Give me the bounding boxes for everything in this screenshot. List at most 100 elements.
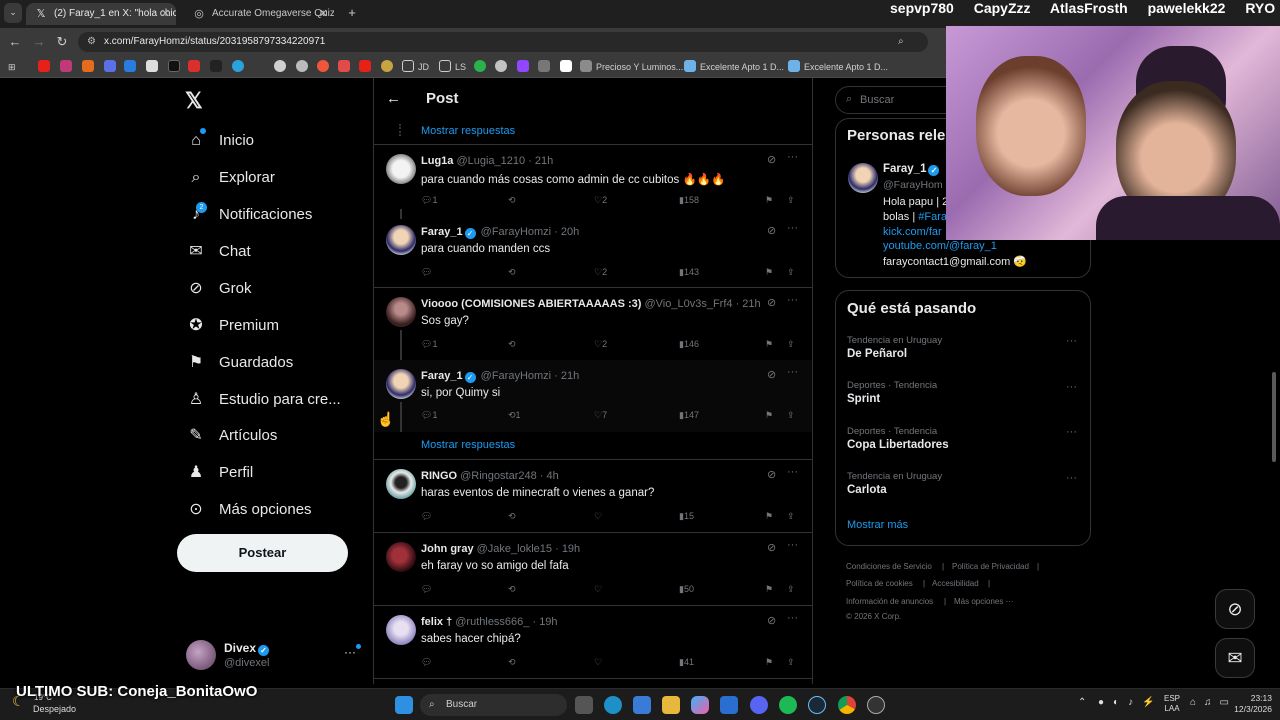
sidebar-item-grok[interactable]: ⊘ Grok bbox=[186, 276, 251, 302]
like-icon[interactable]: ♡ 2 bbox=[594, 339, 607, 350]
x-logo-icon[interactable]: 𝕏 bbox=[185, 88, 203, 114]
show-replies-link[interactable]: Mostrar respuestas bbox=[421, 125, 515, 137]
browser-tab-active[interactable]: 𝕏 (2) Faray_1 en X: "hola chicos s ✕ bbox=[26, 3, 176, 25]
bookmark-icon-mail[interactable] bbox=[538, 60, 554, 74]
views-icon[interactable]: ▮ 50 bbox=[679, 584, 694, 595]
bookmark-icon-red[interactable] bbox=[188, 60, 204, 74]
bookmark-link[interactable]: Excelente Apto 1 D... bbox=[788, 60, 888, 74]
reply-icon[interactable]: 💬︎ 1 bbox=[421, 195, 437, 206]
trend-name[interactable]: Carlota bbox=[847, 484, 887, 496]
trend-name[interactable]: Sprint bbox=[847, 393, 880, 405]
bookmark-icon-green[interactable] bbox=[474, 60, 490, 74]
more-icon[interactable]: ··· bbox=[787, 612, 798, 624]
windows-start-icon[interactable] bbox=[395, 696, 413, 714]
reply-tweet[interactable]: Faray_1 ✓ @FarayHomzi · 20h para cuando m… bbox=[374, 209, 812, 287]
grok-icon[interactable]: ⊘ bbox=[767, 614, 776, 627]
edge-icon[interactable] bbox=[604, 696, 622, 714]
sidebar-item-guardados[interactable]: ⚑ Guardados bbox=[186, 350, 293, 376]
input-language[interactable]: ESP LAA bbox=[1164, 694, 1180, 714]
like-icon[interactable]: ♡ 2 bbox=[594, 195, 607, 206]
obs-icon[interactable] bbox=[867, 696, 885, 714]
retweet-icon[interactable]: ⟲ bbox=[508, 267, 516, 278]
mail-app-icon[interactable] bbox=[720, 696, 738, 714]
reply-tweet[interactable]: Lug1a @Lugia_1210 · 21h para cuando más … bbox=[374, 145, 812, 215]
site-info-icon[interactable]: ⚙ bbox=[87, 32, 96, 52]
bookmark-icon[interactable]: ⚑ bbox=[765, 511, 773, 522]
back-icon[interactable]: ← bbox=[6, 33, 24, 51]
chrome-icon[interactable] bbox=[838, 696, 856, 714]
bookmark-icon-gold[interactable] bbox=[381, 60, 397, 74]
copilot-icon[interactable] bbox=[691, 696, 709, 714]
trend-more-icon[interactable]: ··· bbox=[1066, 335, 1077, 347]
retweet-icon[interactable]: ⟲ bbox=[508, 339, 516, 350]
more-icon[interactable]: ··· bbox=[787, 539, 798, 551]
reload-icon[interactable]: ↻ bbox=[53, 33, 71, 51]
steam-icon[interactable] bbox=[808, 696, 826, 714]
grok-icon[interactable]: ⊘ bbox=[767, 153, 776, 166]
reply-tweet[interactable]: felix † @ruthless666_ · 19h sabes hacer … bbox=[374, 606, 812, 678]
bookmark-folder-ls[interactable]: LS bbox=[439, 60, 466, 74]
reply-icon[interactable]: 💬︎ bbox=[421, 267, 432, 278]
sidebar-item-estudio[interactable]: ♙ Estudio para cre... bbox=[186, 387, 341, 413]
retweet-icon[interactable]: ⟲ bbox=[508, 511, 516, 522]
messages-fab-button[interactable]: ✉ bbox=[1215, 638, 1255, 678]
share-icon[interactable]: ⇪ bbox=[787, 195, 795, 206]
views-icon[interactable]: ▮ 146 bbox=[679, 339, 699, 350]
close-tab-icon[interactable]: ✕ bbox=[319, 3, 328, 25]
reply-icon[interactable]: 💬︎ 1 bbox=[421, 410, 437, 421]
show-more-link[interactable]: Mostrar más bbox=[847, 519, 908, 531]
sidebar-item-chat[interactable]: ✉ Chat bbox=[186, 239, 250, 265]
store-icon[interactable] bbox=[633, 696, 651, 714]
share-icon[interactable]: ⇪ bbox=[787, 410, 795, 421]
bookmark-icon[interactable]: ⚑ bbox=[765, 339, 773, 350]
sidebar-item-explorar[interactable]: ⌕ Explorar bbox=[186, 165, 275, 191]
more-icon[interactable]: ··· bbox=[787, 222, 798, 234]
share-icon[interactable]: ⇪ bbox=[787, 657, 795, 668]
bookmark-icon-blue[interactable] bbox=[104, 60, 120, 74]
reply-icon[interactable]: 💬︎ bbox=[421, 584, 432, 595]
sidebar-item-perfil[interactable]: ♟ Perfil bbox=[186, 460, 253, 486]
share-icon[interactable]: ⇪ bbox=[787, 339, 795, 350]
spotify-icon[interactable] bbox=[779, 696, 797, 714]
trend-more-icon[interactable]: ··· bbox=[1066, 472, 1077, 484]
reply-tweet[interactable]: Faray_1 ✓ @FarayHomzi · 21h si, por Quimy… bbox=[374, 360, 812, 432]
footer-link[interactable]: Más opciones ··· bbox=[954, 597, 1014, 606]
share-icon[interactable]: ⇪ bbox=[787, 511, 795, 522]
bookmark-icon[interactable]: ⚑ bbox=[765, 584, 773, 595]
footer-link[interactable]: Condiciones de Servicio bbox=[846, 562, 932, 571]
new-tab-button[interactable]: + bbox=[343, 4, 361, 22]
bookmark-icon[interactable]: ⚑ bbox=[765, 267, 773, 278]
back-arrow-icon[interactable]: ← bbox=[386, 90, 401, 107]
reply-icon[interactable]: 💬︎ bbox=[421, 657, 432, 668]
sidebar-item-mas-opciones[interactable]: ⊙ Más opciones bbox=[186, 497, 311, 523]
clock[interactable]: 23:13 12/3/2026 bbox=[1228, 693, 1272, 715]
reply-tweet[interactable]: RINGO @Ringostar248 · 4h haras eventos d… bbox=[374, 460, 812, 532]
bookmark-icon-roblox[interactable] bbox=[146, 60, 162, 74]
bookmark-icon-x2[interactable] bbox=[210, 60, 226, 74]
forward-icon[interactable]: → bbox=[30, 33, 48, 51]
taskbar-search[interactable]: ⌕ Buscar bbox=[420, 694, 567, 716]
trend-more-icon[interactable]: ··· bbox=[1066, 381, 1077, 393]
trend-name[interactable]: Copa Libertadores bbox=[847, 439, 949, 451]
bookmark-icon-orange[interactable] bbox=[82, 60, 98, 74]
account-switcher[interactable]: Divex ✓ @divexel ··· bbox=[186, 640, 362, 672]
bookmark-icon-yt2[interactable] bbox=[359, 60, 375, 74]
profile-link[interactable]: kick.com/far bbox=[883, 226, 942, 238]
bookmark-folder-jd[interactable]: JD bbox=[402, 60, 429, 74]
views-icon[interactable]: ▮ 15 bbox=[679, 511, 694, 522]
share-icon[interactable]: ⇪ bbox=[787, 584, 795, 595]
retweet-icon[interactable]: ⟲ bbox=[508, 195, 516, 206]
bookmark-icon-discord[interactable] bbox=[296, 60, 312, 74]
trend-name[interactable]: De Peñarol bbox=[847, 348, 907, 360]
sidebar-item-articulos[interactable]: ✎ Artículos bbox=[186, 423, 277, 449]
tray-icons[interactable]: ●◐♪⚡ bbox=[1098, 697, 1164, 708]
more-icon[interactable]: ··· bbox=[787, 151, 798, 163]
bookmark-icon-chrome[interactable] bbox=[274, 60, 290, 74]
like-icon[interactable]: ♡ bbox=[594, 511, 602, 522]
explorer-icon[interactable] bbox=[662, 696, 680, 714]
bookmark-icon[interactable]: ⚑ bbox=[765, 657, 773, 668]
sidebar-item-premium[interactable]: ✪ Premium bbox=[186, 313, 279, 339]
sidebar-item-inicio[interactable]: ⌂ Inicio bbox=[186, 128, 254, 154]
trend-more-icon[interactable]: ··· bbox=[1066, 426, 1077, 438]
retweet-icon[interactable]: ⟲ bbox=[508, 657, 516, 668]
